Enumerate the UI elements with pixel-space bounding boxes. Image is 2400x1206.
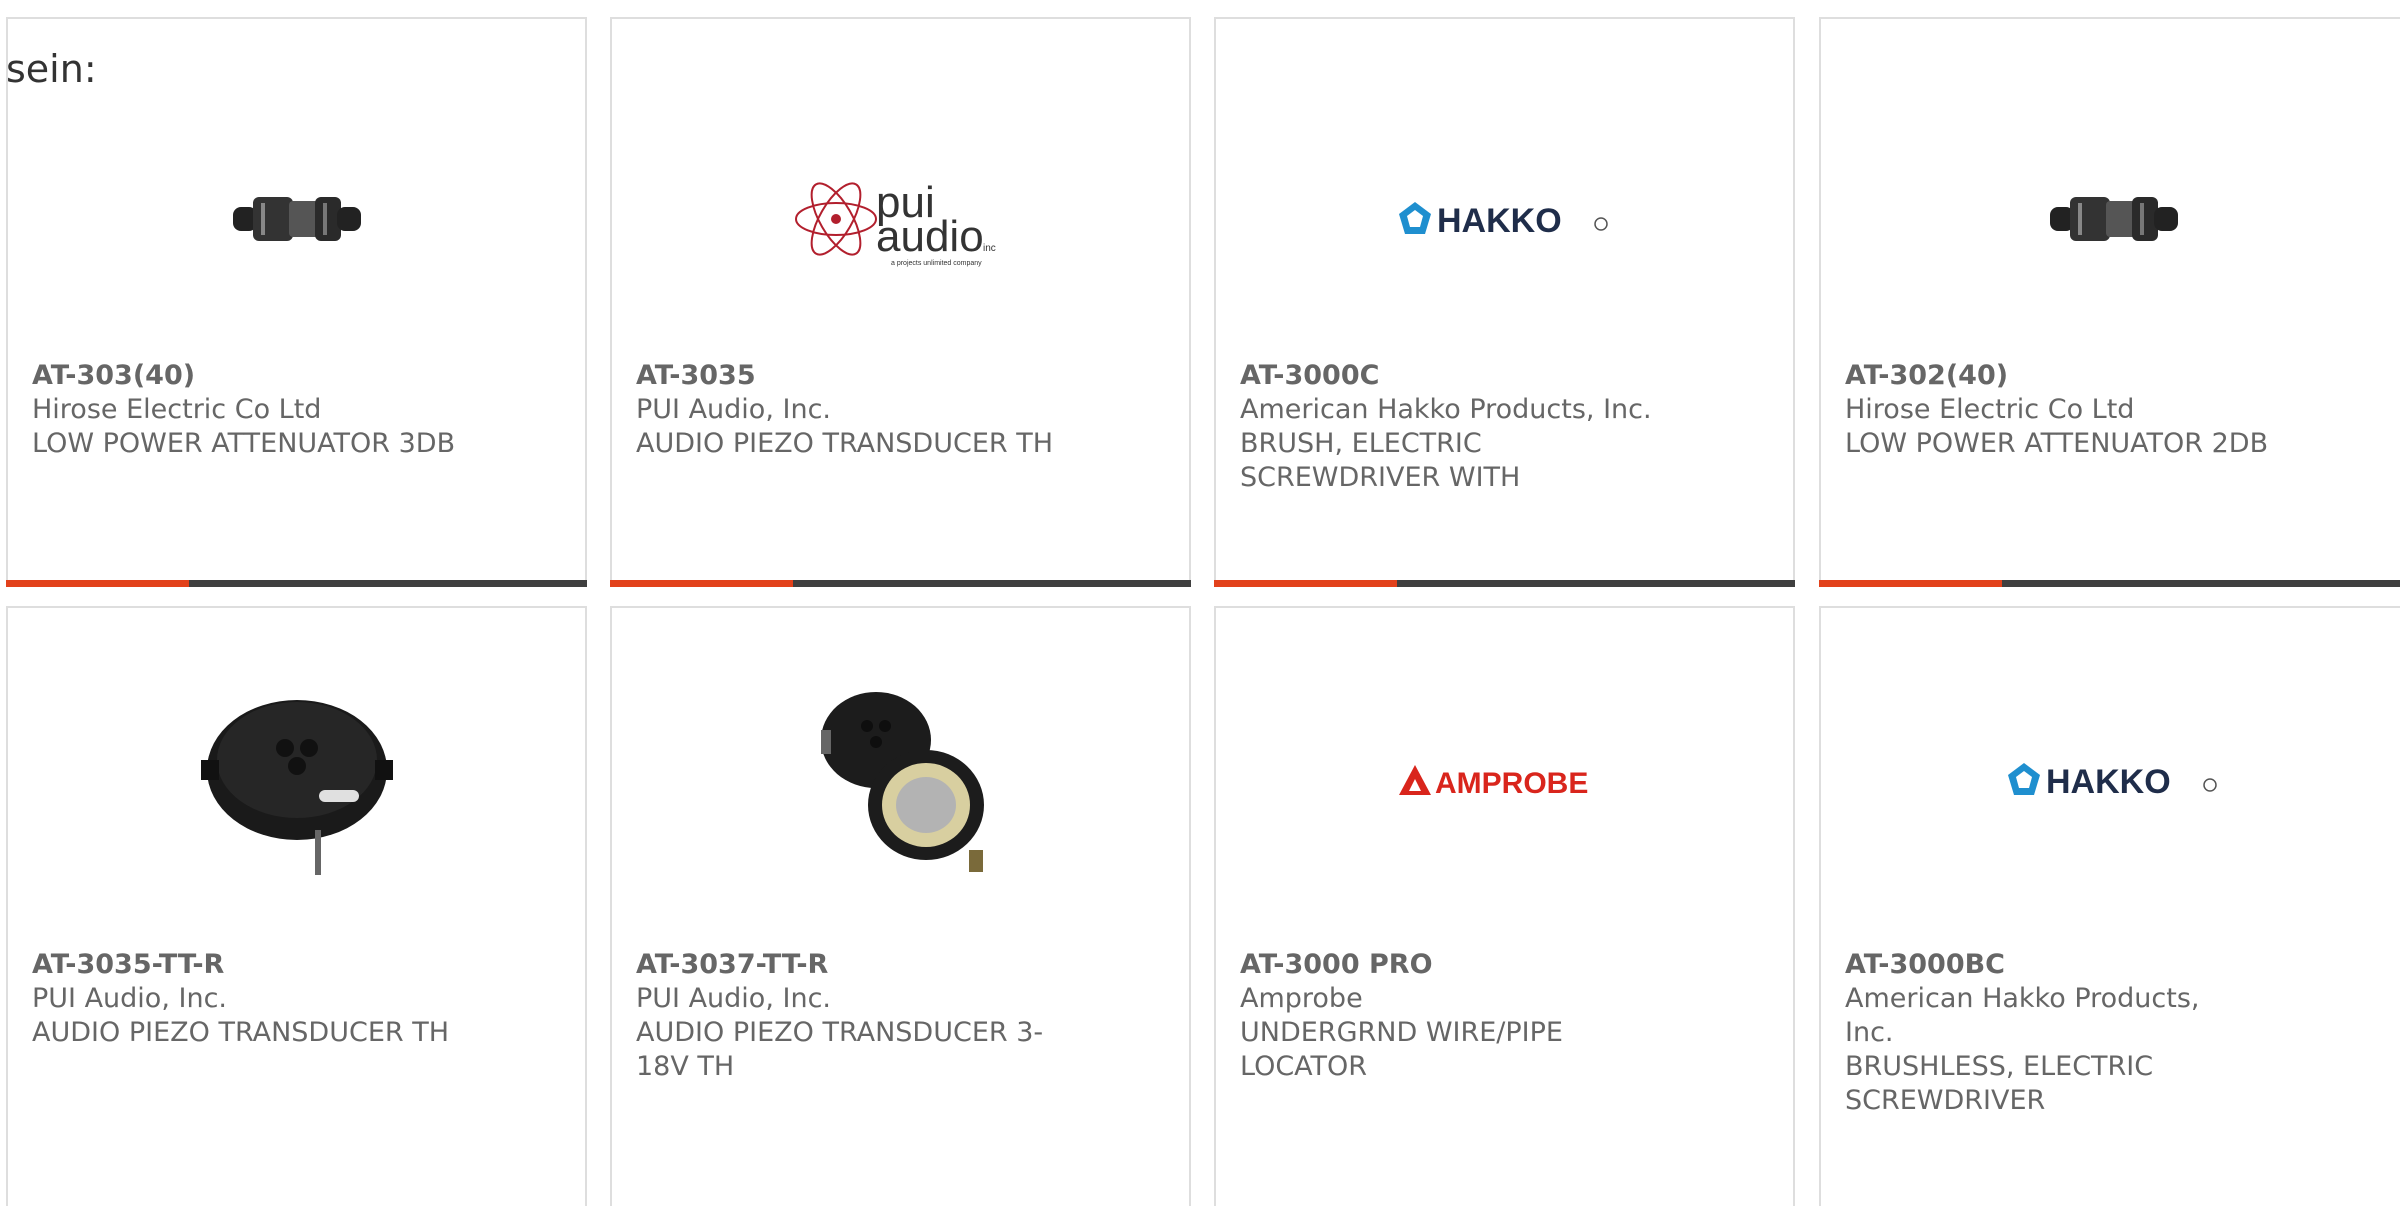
product-card[interactable]: AT-302(40) Hirose Electric Co Ltd LOW PO… bbox=[1819, 17, 2400, 587]
intro-text: sein: bbox=[6, 47, 97, 91]
product-card[interactable]: HAKKO AT-3000C American Hakko Products, … bbox=[1214, 17, 1795, 587]
product-card[interactable]: AT-3035-TT-R PUI Audio, Inc. AUDIO PIEZO… bbox=[6, 606, 587, 1206]
description: LOW POWER ATTENUATOR 3DB bbox=[32, 428, 456, 459]
manufacturer: Hirose Electric Co Ltd bbox=[1845, 394, 2135, 425]
card-bottom-bar bbox=[1819, 580, 2400, 587]
card-accent bbox=[1214, 580, 1397, 587]
part-number[interactable]: AT-3035-TT-R bbox=[32, 948, 561, 982]
product-image[interactable]: HAKKO bbox=[1216, 119, 1793, 319]
manufacturer: Amprobe bbox=[1240, 983, 1363, 1014]
pui-audio-logo: pui audio inc a projects unlimited compa… bbox=[794, 178, 996, 267]
hakko-logo: HAKKO bbox=[2008, 763, 2217, 801]
hakko-logo-text: HAKKO bbox=[1437, 202, 1562, 240]
product-image[interactable] bbox=[8, 119, 585, 319]
description: BRUSH, ELECTRIC SCREWDRIVER WITH bbox=[1240, 428, 1521, 493]
product-image[interactable] bbox=[612, 680, 1189, 880]
part-number[interactable]: AT-3000 PRO bbox=[1240, 948, 1573, 982]
pui-logo-tagline: a projects unlimited company bbox=[891, 260, 982, 267]
card-accent bbox=[610, 580, 793, 587]
product-card[interactable]: AT-303(40) Hirose Electric Co Ltd LOW PO… bbox=[6, 17, 587, 587]
description: AUDIO PIEZO TRANSDUCER 3-18V TH bbox=[636, 1017, 1044, 1082]
hakko-logo-text: HAKKO bbox=[2046, 763, 2171, 801]
description: BRUSHLESS, ELECTRIC SCREWDRIVER bbox=[1845, 1051, 2154, 1116]
manufacturer: Hirose Electric Co Ltd bbox=[32, 394, 322, 425]
pui-logo-subtext: audio bbox=[876, 212, 984, 261]
manufacturer: American Hakko Products, Inc. bbox=[1845, 983, 2200, 1048]
product-card[interactable]: pui audio inc a projects unlimited compa… bbox=[610, 17, 1191, 587]
card-bottom-bar bbox=[1214, 580, 1795, 587]
amprobe-logo-text: AMPROBE bbox=[1435, 767, 1588, 800]
piezo-transducer-pair-icon bbox=[820, 692, 984, 872]
part-number[interactable]: AT-3037-TT-R bbox=[636, 948, 1049, 982]
manufacturer: American Hakko Products, Inc. bbox=[1240, 394, 1652, 425]
part-number[interactable]: AT-302(40) bbox=[1845, 359, 2383, 393]
hakko-logo: HAKKO bbox=[1398, 202, 1608, 240]
product-image[interactable]: HAKKO bbox=[1821, 680, 2400, 880]
card-accent bbox=[6, 580, 189, 587]
product-card[interactable]: HAKKO AT-3000BC American Hakko Products,… bbox=[1819, 606, 2400, 1206]
manufacturer: PUI Audio, Inc. bbox=[32, 983, 227, 1014]
part-number[interactable]: AT-3035 bbox=[636, 359, 1165, 393]
part-number[interactable]: AT-3000BC bbox=[1845, 948, 2207, 982]
part-number[interactable]: AT-3000C bbox=[1240, 359, 1673, 393]
attenuator-connector-icon bbox=[2050, 197, 2178, 241]
description: LOW POWER ATTENUATOR 2DB bbox=[1845, 428, 2269, 459]
product-image[interactable]: pui audio inc a projects unlimited compa… bbox=[612, 119, 1189, 319]
product-image[interactable]: AMPROBE bbox=[1216, 680, 1793, 880]
amprobe-logo: AMPROBE bbox=[1398, 765, 1588, 800]
product-card[interactable]: AT-3037-TT-R PUI Audio, Inc. AUDIO PIEZO… bbox=[610, 606, 1191, 1206]
card-accent bbox=[1819, 580, 2002, 587]
product-image[interactable] bbox=[8, 680, 585, 880]
manufacturer: PUI Audio, Inc. bbox=[636, 983, 831, 1014]
piezo-transducer-icon bbox=[200, 700, 393, 875]
description: UNDERGRND WIRE/PIPE LOCATOR bbox=[1240, 1017, 1563, 1082]
product-card[interactable]: AMPROBE AT-3000 PRO Amprobe UNDERGRND WI… bbox=[1214, 606, 1795, 1206]
part-number[interactable]: AT-303(40) bbox=[32, 359, 561, 393]
pui-logo-inc: inc bbox=[983, 243, 996, 254]
description: AUDIO PIEZO TRANSDUCER TH bbox=[32, 1017, 450, 1048]
card-bottom-bar bbox=[6, 580, 587, 587]
card-bottom-bar bbox=[610, 580, 1191, 587]
attenuator-connector-icon bbox=[232, 197, 361, 241]
product-image[interactable] bbox=[1821, 119, 2400, 319]
manufacturer: PUI Audio, Inc. bbox=[636, 394, 831, 425]
description: AUDIO PIEZO TRANSDUCER TH bbox=[636, 428, 1054, 459]
